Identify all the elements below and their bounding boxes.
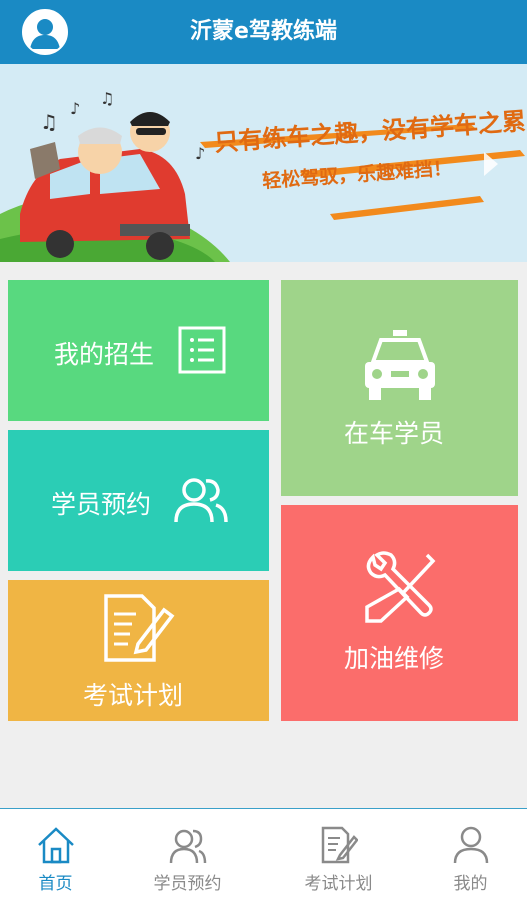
nav-label: 考试计划 — [304, 874, 373, 894]
tile-label: 考试计划 — [83, 681, 184, 710]
chevron-right-icon[interactable] — [484, 152, 498, 176]
nav-home[interactable]: 首页 — [0, 809, 121, 901]
bottom-navigation: 首页 学员预约 考试计划 我的 — [0, 808, 527, 901]
app-header: 沂蒙e驾教练端 — [0, 0, 527, 64]
nav-label: 学员预约 — [153, 874, 222, 894]
nav-me[interactable]: 我的 — [405, 809, 527, 901]
page-title: 沂蒙e驾教练端 — [190, 19, 337, 44]
nav-label: 我的 — [453, 874, 488, 894]
wrench-screwdriver-icon — [365, 551, 436, 623]
car-icon — [365, 330, 435, 400]
svg-text:♪: ♪ — [70, 99, 80, 118]
document-edit-icon — [321, 826, 358, 864]
svg-text:♫: ♫ — [100, 89, 114, 108]
document-edit-icon — [104, 594, 175, 662]
tile-my-enrollment[interactable]: 我的招生 — [8, 280, 269, 421]
users-icon — [169, 829, 207, 864]
nav-student-appointment[interactable]: 学员预约 — [122, 809, 253, 901]
tile-student-appointment[interactable]: 学员预约 — [8, 430, 269, 571]
tile-label: 我的招生 — [54, 340, 155, 369]
list-icon — [178, 326, 226, 374]
tile-exam-plan[interactable]: 考试计划 — [8, 580, 269, 721]
tile-students-in-car[interactable]: 在车学员 — [281, 280, 518, 496]
tile-fuel-repair[interactable]: 加油维修 — [281, 505, 518, 721]
home-icon — [38, 827, 74, 864]
nav-label: 首页 — [38, 874, 73, 894]
tile-label: 在车学员 — [344, 419, 445, 448]
nav-exam-plan[interactable]: 考试计划 — [273, 809, 404, 901]
person-icon — [453, 826, 489, 864]
svg-text:♫: ♫ — [40, 110, 58, 134]
users-icon — [174, 478, 228, 523]
svg-text:♪: ♪ — [195, 144, 205, 163]
promo-banner[interactable]: ♫ ♪ ♫ ♪ 只有练车之趣，没有学车之累 轻松驾驭，乐趣难挡！ — [0, 64, 527, 262]
tile-label: 学员预约 — [51, 490, 152, 519]
tile-label: 加油维修 — [344, 644, 445, 673]
